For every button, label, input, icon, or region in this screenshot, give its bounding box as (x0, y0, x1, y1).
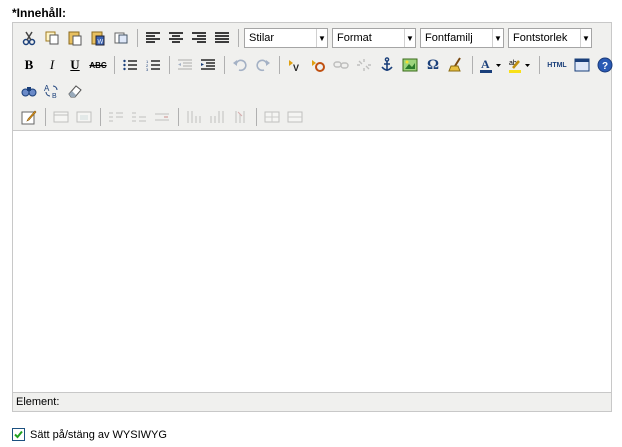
split-cells-icon[interactable] (285, 107, 305, 127)
special-char-icon[interactable]: Ω (423, 55, 443, 75)
eraser-icon[interactable] (65, 81, 85, 101)
editor-statusbar: Element: (13, 392, 611, 411)
toolbar-separator (100, 108, 101, 126)
editor-content-area[interactable] (13, 131, 611, 392)
rich-text-editor: W Stilar ▼ Format ▼ Fontfamilj ▼ Fontsto… (12, 22, 613, 412)
toolbar-row-4 (19, 105, 308, 129)
align-center-icon[interactable] (166, 28, 186, 48)
svg-text:W: W (98, 40, 104, 46)
fullscreen-icon[interactable] (572, 55, 592, 75)
svg-text:A: A (481, 57, 490, 71)
toolbar-row-1: W Stilar ▼ Format ▼ Fontfamilj ▼ Fontsto… (19, 26, 596, 50)
styles-select[interactable]: Stilar ▼ (244, 28, 328, 48)
numbered-list-icon[interactable]: 123 (143, 55, 163, 75)
bold-icon[interactable]: B (19, 55, 39, 75)
align-justify-icon[interactable] (212, 28, 232, 48)
chevron-down-icon: ▼ (316, 29, 327, 47)
cut-icon[interactable] (19, 28, 39, 48)
paste-word-icon[interactable]: W (88, 28, 108, 48)
row-after-icon[interactable] (129, 107, 149, 127)
toolbar-separator (169, 56, 170, 74)
wysiwyg-checkbox[interactable] (12, 428, 25, 441)
cleanup-icon[interactable] (446, 55, 466, 75)
field-label: *Innehåll: (12, 6, 67, 20)
help-icon[interactable]: ? (595, 55, 615, 75)
spellcheck-settings-icon[interactable] (308, 55, 328, 75)
svg-text:A: A (44, 84, 50, 93)
toolbar-separator (539, 56, 540, 74)
toolbar-separator (238, 29, 239, 47)
col-after-icon[interactable] (207, 107, 227, 127)
chevron-down-icon: ▼ (492, 29, 503, 47)
toolbar-row-3: AB (19, 79, 88, 103)
image-icon[interactable] (400, 55, 420, 75)
replace-icon[interactable]: AB (42, 81, 62, 101)
font-family-select[interactable]: Fontfamilj ▼ (420, 28, 504, 48)
styles-select-value: Stilar (249, 32, 275, 44)
underline-icon[interactable]: U (65, 55, 85, 75)
delete-row-icon[interactable] (152, 107, 172, 127)
format-select[interactable]: Format ▼ (332, 28, 416, 48)
merge-cells-icon[interactable] (262, 107, 282, 127)
format-select-value: Format (337, 32, 372, 44)
element-path-label: Element: (16, 396, 60, 408)
align-left-icon[interactable] (143, 28, 163, 48)
chevron-down-icon: ▼ (404, 29, 415, 47)
toolbar-row-2: B I U ABC 123 V Ω A ab HTML ? (19, 53, 618, 77)
find-icon[interactable] (19, 81, 39, 101)
svg-text:B: B (52, 93, 57, 99)
font-family-select-value: Fontfamilj (425, 32, 473, 44)
bullet-list-icon[interactable] (120, 55, 140, 75)
delete-col-icon[interactable] (230, 107, 250, 127)
toolbar-separator (224, 56, 225, 74)
toolbar-separator (137, 29, 138, 47)
copy-icon[interactable] (42, 28, 62, 48)
spellcheck-icon[interactable]: V (285, 55, 305, 75)
unlink-icon[interactable] (354, 55, 374, 75)
col-before-icon[interactable] (184, 107, 204, 127)
edit-icon[interactable] (19, 107, 39, 127)
toolbar-separator (45, 108, 46, 126)
wysiwyg-toggle: Sätt på/stäng av WYSIWYG (12, 428, 167, 441)
font-size-select-value: Fontstorlek (513, 32, 568, 44)
toolbar-separator (114, 56, 115, 74)
italic-icon[interactable]: I (42, 55, 62, 75)
chevron-down-icon: ▼ (580, 29, 591, 47)
toolbar-separator (472, 56, 473, 74)
text-color-icon[interactable]: A (478, 55, 504, 75)
outdent-icon[interactable] (175, 55, 195, 75)
html-source-icon[interactable]: HTML (545, 55, 569, 75)
link-icon[interactable] (331, 55, 351, 75)
highlight-color-icon[interactable]: ab (507, 55, 533, 75)
select-all-icon[interactable] (111, 28, 131, 48)
undo-icon[interactable] (230, 55, 250, 75)
svg-text:?: ? (602, 61, 608, 72)
paste-icon[interactable] (65, 28, 85, 48)
toolbar-separator (279, 56, 280, 74)
toolbar-separator (256, 108, 257, 126)
svg-text:V: V (293, 63, 299, 73)
redo-icon[interactable] (253, 55, 273, 75)
insert-layer-icon[interactable] (51, 107, 71, 127)
align-right-icon[interactable] (189, 28, 209, 48)
strikethrough-icon[interactable]: ABC (88, 55, 108, 75)
row-before-icon[interactable] (106, 107, 126, 127)
font-size-select[interactable]: Fontstorlek ▼ (508, 28, 592, 48)
indent-icon[interactable] (198, 55, 218, 75)
svg-text:3: 3 (146, 67, 149, 71)
editor-toolbar: W Stilar ▼ Format ▼ Fontfamilj ▼ Fontsto… (13, 23, 613, 131)
anchor-icon[interactable] (377, 55, 397, 75)
wysiwyg-label: Sätt på/stäng av WYSIWYG (30, 428, 167, 441)
layer-props-icon[interactable] (74, 107, 94, 127)
toolbar-separator (178, 108, 179, 126)
